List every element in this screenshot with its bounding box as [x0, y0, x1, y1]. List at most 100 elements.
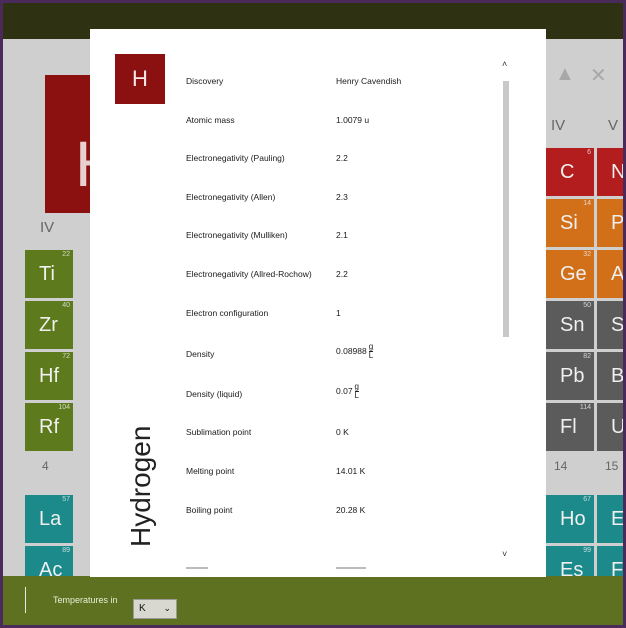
property-row: Sublimation point 0 K	[186, 427, 506, 447]
atomic-number: 82	[583, 353, 591, 360]
property-value: 20.28 K	[336, 505, 366, 515]
element-symbol: N	[611, 161, 623, 183]
element-tile[interactable]: 7N	[597, 148, 623, 196]
atomic-number: 40	[62, 302, 70, 309]
property-label: Electronegativity (Allen)	[186, 192, 276, 202]
property-row: Atomic mass 1.0079 u	[186, 115, 506, 135]
temperature-unit-select[interactable]: K ⌄	[133, 599, 177, 619]
atomic-number: 72	[62, 353, 70, 360]
element-symbol: As	[611, 263, 623, 285]
property-row: Electron configuration 1	[186, 308, 506, 328]
property-value: 0.07 g L	[336, 383, 359, 400]
group-label: 4	[42, 459, 49, 473]
property-value: 2.1	[336, 230, 348, 240]
app-window: H IV IV V 4 14 15 ▲ ✕ 22 Ti 40 Zr 72Hf 104…	[0, 0, 626, 628]
element-detail-panel: H Hydrogen Discovery Henry Cavendish Atom…	[90, 29, 546, 577]
element-tile[interactable]: 100Fm	[597, 546, 623, 576]
element-tile[interactable]: 40 Zr	[25, 301, 73, 349]
group-label: IV	[551, 117, 566, 134]
element-symbol: Ge	[560, 263, 587, 285]
element-tile[interactable]: 32 Ge	[546, 250, 594, 298]
element-name: Hydrogen	[125, 425, 156, 547]
property-value: 1.0079 u	[336, 115, 370, 125]
property-label: Atomic mass	[186, 115, 235, 125]
element-tile[interactable]: 83Bi	[597, 352, 623, 400]
element-symbol: Bi	[611, 365, 623, 387]
element-tile[interactable]: 67 Ho	[546, 495, 594, 543]
property-label: Density (liquid)	[186, 389, 243, 399]
property-value: 2.2	[336, 269, 348, 279]
unit-denominator: L	[354, 391, 359, 400]
element-symbol: Si	[560, 212, 578, 234]
element-symbol: Es	[560, 559, 584, 576]
element-symbol: Ti	[39, 263, 55, 285]
element-tile[interactable]: 89 Ac	[25, 546, 73, 576]
scroll-down-icon[interactable]: ˅	[502, 549, 507, 559]
property-row: Discovery Henry Cavendish	[186, 76, 506, 96]
atomic-number: 57	[62, 496, 70, 503]
property-row: Boiling point 20.28 K	[186, 505, 506, 525]
element-symbol: P	[611, 212, 623, 234]
element-symbol: Fl	[560, 416, 577, 438]
property-row: Electronegativity (Allen) 2.3	[186, 192, 506, 212]
element-tile[interactable]: 68Er	[597, 495, 623, 543]
atomic-number: 104	[58, 404, 70, 411]
element-tile[interactable]: 51Sb	[597, 301, 623, 349]
vertical-scrollbar[interactable]: ˄ ˅	[502, 59, 510, 563]
app-bar: Temperatures in K ⌄	[3, 576, 623, 625]
atomic-number: 6	[587, 149, 591, 156]
close-icon[interactable]: ✕	[590, 63, 607, 88]
group-label: V	[608, 117, 619, 134]
element-symbol: Hf	[39, 365, 59, 387]
chevron-down-icon: ⌄	[163, 603, 171, 613]
element-tile[interactable]: 115Uup	[597, 403, 623, 451]
property-value: 2.3	[336, 192, 348, 202]
element-tile[interactable]: 6C	[546, 148, 594, 196]
property-row: Density (liquid) 0.07 g L	[186, 383, 506, 407]
element-tile[interactable]: 82 Pb	[546, 352, 594, 400]
property-unit-fraction: gL	[354, 383, 359, 400]
group-label: 14	[554, 459, 568, 473]
atomic-number: 99	[583, 547, 591, 554]
atomic-number: 50	[583, 302, 591, 309]
element-tile[interactable]: 15P	[597, 199, 623, 247]
atomic-number: 67	[583, 496, 591, 503]
property-row: Density 0.08988 g L	[186, 343, 506, 367]
element-tile[interactable]: 22 Ti	[25, 250, 73, 298]
property-label: Melting point	[186, 466, 235, 476]
element-symbol: Zr	[39, 314, 58, 336]
temperature-unit-value: K	[139, 603, 146, 614]
element-tile[interactable]: 99 Es	[546, 546, 594, 576]
pin-icon[interactable]: ▲	[555, 63, 575, 86]
partially-hidden-row	[186, 563, 386, 571]
property-label: Density	[186, 349, 215, 359]
property-row: Electronegativity (Pauling) 2.2	[186, 153, 506, 173]
scrollbar-thumb[interactable]	[503, 81, 509, 337]
element-symbol: Fm	[611, 559, 623, 576]
element-symbol: Er	[611, 508, 623, 530]
element-tile[interactable]: 14 Si	[546, 199, 594, 247]
element-tile[interactable]: 72 Hf	[25, 352, 73, 400]
property-label: Electronegativity (Allred-Rochow)	[186, 269, 312, 279]
app-bar-divider	[25, 587, 26, 613]
element-tile[interactable]: 57 La	[25, 495, 73, 543]
element-tile[interactable]: 50 Sn	[546, 301, 594, 349]
property-label: Sublimation point	[186, 427, 252, 437]
atomic-number: 22	[62, 251, 70, 258]
property-label: Discovery	[186, 76, 224, 86]
element-tile[interactable]: 104 Rf	[25, 403, 73, 451]
element-symbol: H	[132, 66, 148, 91]
element-tile[interactable]: 33As	[597, 250, 623, 298]
element-symbol: C	[560, 161, 575, 183]
property-row: Electronegativity (Mulliken) 2.1	[186, 230, 506, 250]
element-symbol: Ho	[560, 508, 586, 530]
property-row: Melting point 14.01 K	[186, 466, 506, 486]
property-value: 2.2	[336, 153, 348, 163]
element-symbol: Ac	[39, 559, 63, 576]
atomic-number: 32	[583, 251, 591, 258]
property-unit-fraction: gL	[368, 343, 374, 360]
property-row: Electronegativity (Allred-Rochow) 2.2	[186, 269, 506, 289]
element-tile[interactable]: 114 Fl	[546, 403, 594, 451]
property-value: 0 K	[336, 427, 349, 437]
scroll-up-icon[interactable]: ˄	[502, 59, 507, 69]
